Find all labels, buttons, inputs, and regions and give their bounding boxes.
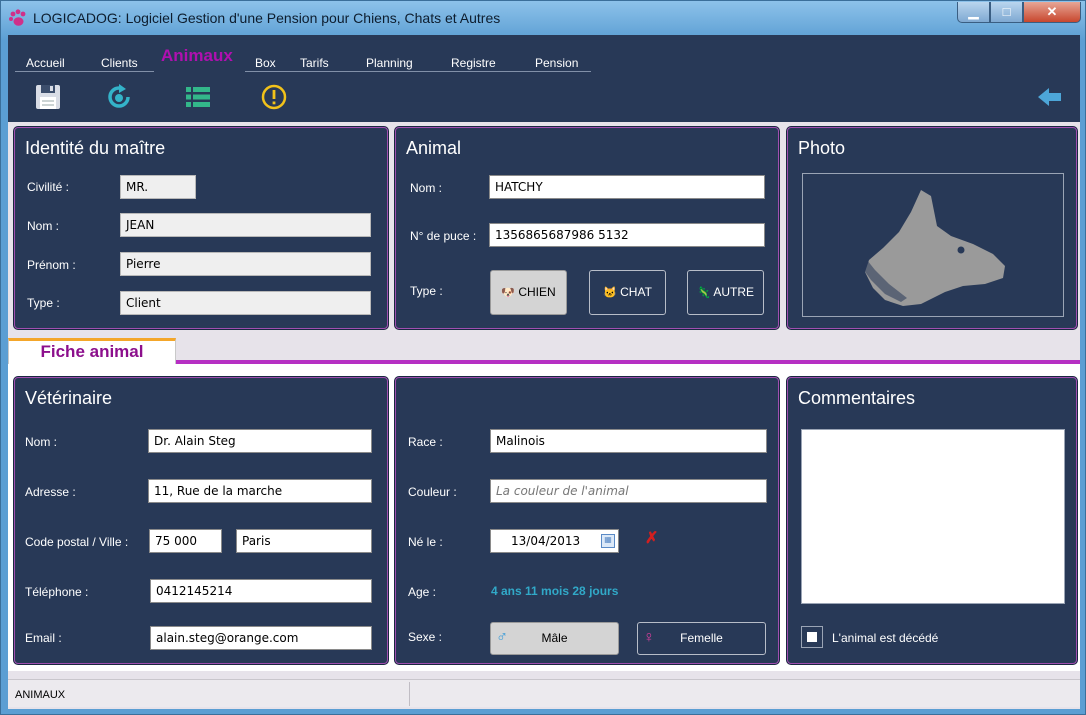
vet-nom-label: Nom : [25, 435, 58, 449]
vet-panel: Vétérinaire Nom : Dr. Alain Steg Adresse… [14, 377, 388, 664]
type-chat-label: CHAT [620, 285, 652, 299]
photo-panel: Photo [787, 127, 1077, 329]
sexe-female-button[interactable]: ♀ Femelle [637, 622, 766, 655]
sexe-male-button[interactable]: ♂ Mâle [490, 622, 619, 655]
birthdate-value: 13/04/2013 [511, 534, 581, 548]
animal-nom-label: Nom : [410, 181, 443, 195]
status-text: ANIMAUX [15, 689, 66, 701]
tab-tarifs[interactable]: Tarifs [300, 56, 329, 70]
type-label: Type : [27, 296, 60, 310]
vet-ville-field[interactable]: Paris [236, 529, 372, 553]
tab-clients[interactable]: Clients [101, 56, 138, 70]
comments-title: Commentaires [798, 388, 916, 408]
maximize-button[interactable]: □ [990, 2, 1023, 23]
civilite-label: Civilité : [27, 180, 70, 194]
puce-field[interactable]: 1356865687986 5132 [489, 223, 765, 247]
title-bar[interactable]: LOGICADOG: Logiciel Gestion d'une Pensio… [1, 1, 1086, 35]
sexe-female-label: Femelle [680, 631, 723, 645]
tab-planning[interactable]: Planning [366, 56, 413, 70]
comments-panel: Commentaires L'animal est décédé [787, 377, 1077, 664]
back-arrow-icon[interactable] [1036, 83, 1064, 111]
vet-tel-field[interactable]: 0412145214 [150, 579, 372, 603]
age-value: 4 ans 11 mois 28 jours [491, 584, 619, 598]
details-panel: Race : Malinois Couleur : La couleur de … [395, 377, 779, 664]
comments-textarea[interactable] [801, 429, 1065, 604]
minimize-button[interactable]: ▁ [957, 2, 990, 23]
deceased-checkbox[interactable] [801, 626, 823, 648]
owner-nom-field[interactable]: JEAN [120, 213, 371, 237]
dog-face-icon: 🐶 [501, 287, 515, 299]
vet-title: Vétérinaire [25, 388, 113, 408]
photo-frame[interactable] [802, 173, 1064, 317]
calendar-icon[interactable]: ▦ [601, 534, 615, 548]
owner-type-field[interactable]: Client [120, 291, 371, 315]
couleur-field[interactable]: La couleur de l'animal [490, 479, 767, 503]
tab-fiche-animal[interactable]: Fiche animal [8, 338, 176, 364]
warning-icon[interactable] [260, 83, 288, 111]
animal-type-label: Type : [410, 284, 443, 298]
sexe-label: Sexe : [408, 630, 443, 644]
vet-email-field[interactable]: alain.steg@orange.com [150, 626, 372, 650]
paw-icon [9, 9, 26, 26]
tab-accueil[interactable]: Accueil [26, 56, 65, 70]
sexe-male-label: Mâle [541, 631, 568, 645]
civilite-field[interactable]: MR. [120, 175, 196, 199]
vet-cp-field[interactable]: 75 000 [149, 529, 222, 553]
other-animal-icon: 🦎 [696, 287, 711, 299]
refresh-icon[interactable] [105, 83, 133, 111]
app-window: LOGICADOG: Logiciel Gestion d'une Pensio… [0, 0, 1086, 715]
prenom-label: Prénom : [27, 258, 76, 272]
dog-silhouette-icon [861, 190, 1005, 306]
menu-underline [15, 71, 591, 72]
tab-animaux[interactable]: Animaux [161, 46, 233, 66]
vet-cp-label: Code postal / Ville : [25, 535, 129, 549]
ne-label: Né le : [408, 535, 443, 549]
race-field[interactable]: Malinois [490, 429, 767, 453]
vet-email-label: Email : [25, 631, 62, 645]
birthdate-field[interactable]: 13/04/2013 ▦ [490, 529, 619, 553]
animal-title: Animal [406, 138, 462, 158]
vet-adresse-label: Adresse : [25, 485, 76, 499]
clear-date-icon[interactable]: ✗ [645, 528, 658, 548]
save-icon[interactable] [34, 83, 62, 111]
animal-nom-field[interactable]: HATCHY [489, 175, 765, 199]
type-chien-button[interactable]: 🐶 CHIEN [490, 270, 567, 315]
male-symbol-icon: ♂ [496, 629, 508, 646]
type-autre-button[interactable]: 🦎 AUTRE [687, 270, 764, 315]
female-symbol-icon: ♀ [643, 629, 655, 646]
list-icon[interactable] [184, 83, 212, 111]
menu-tabs: Accueil Clients Animaux Box Tarifs Plann… [8, 35, 1080, 75]
vet-tel-label: Téléphone : [25, 585, 89, 599]
owner-panel: Identité du maître Civilité : MR. Nom : … [14, 127, 388, 329]
type-chien-label: CHIEN [518, 285, 556, 299]
age-label: Age : [408, 585, 437, 599]
main-client-area: Accueil Clients Animaux Box Tarifs Plann… [8, 35, 1080, 709]
animal-panel: Animal Nom : HATCHY N° de puce : 1356865… [395, 127, 779, 329]
tab-box[interactable]: Box [255, 56, 276, 70]
couleur-label: Couleur : [408, 485, 457, 499]
owner-title: Identité du maître [25, 138, 166, 158]
close-button[interactable]: ✕ [1023, 2, 1081, 23]
type-autre-label: AUTRE [713, 285, 755, 299]
deceased-label: L'animal est décédé [832, 631, 939, 645]
window-title: LOGICADOG: Logiciel Gestion d'une Pensio… [33, 10, 501, 26]
vet-adresse-field[interactable]: 11, Rue de la marche [148, 479, 372, 503]
race-label: Race : [408, 435, 443, 449]
status-cell: ANIMAUX [8, 682, 410, 706]
photo-title: Photo [798, 138, 846, 158]
nom-label: Nom : [27, 219, 60, 233]
tab-registre[interactable]: Registre [451, 56, 496, 70]
type-chat-button[interactable]: 🐱 CHAT [589, 270, 666, 315]
cat-face-icon: 🐱 [603, 287, 617, 299]
owner-prenom-field[interactable]: Pierre [120, 252, 371, 276]
tab-pension[interactable]: Pension [535, 56, 578, 70]
status-bar: ANIMAUX [8, 679, 1080, 707]
puce-label: N° de puce : [410, 229, 477, 243]
vet-nom-field[interactable]: Dr. Alain Steg [148, 429, 372, 453]
header: Accueil Clients Animaux Box Tarifs Plann… [8, 35, 1080, 122]
